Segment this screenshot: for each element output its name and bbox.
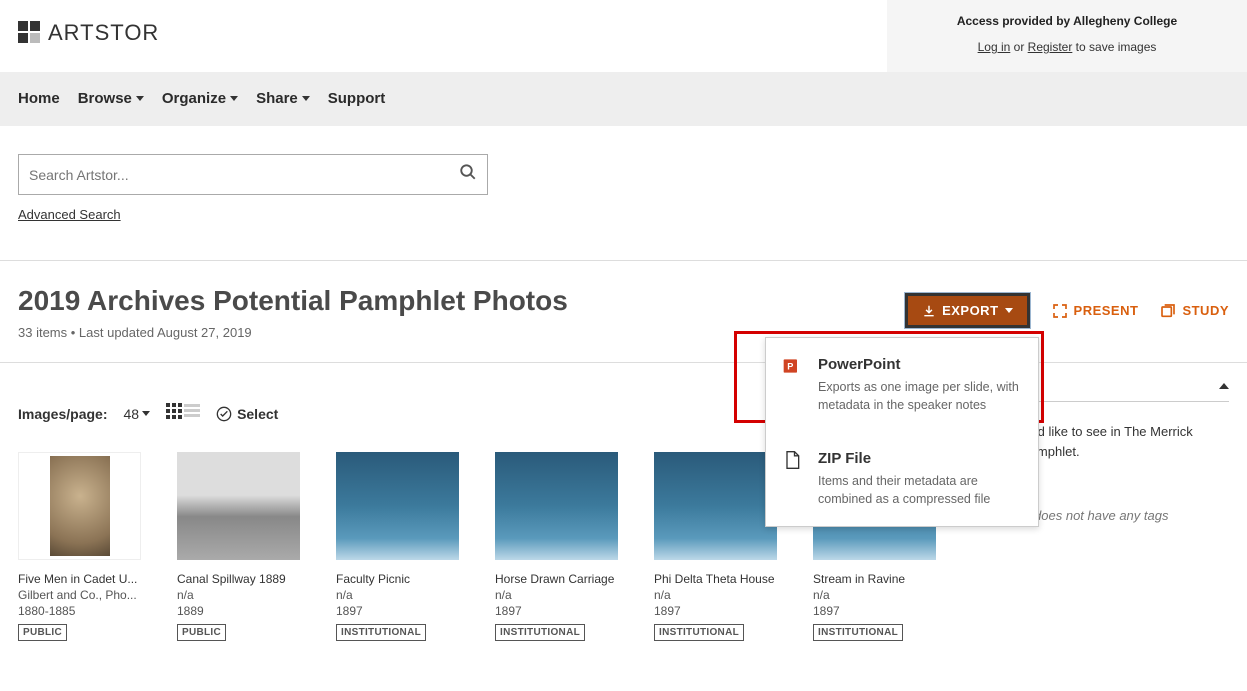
thumbnail-item[interactable]: Five Men in Cadet U... Gilbert and Co., … (18, 452, 141, 641)
thumbnail-image (336, 452, 459, 560)
thumbnail-image (18, 452, 141, 560)
thumbnail-date: 1897 (336, 604, 459, 618)
access-provider: Access provided by Allegheny College (947, 14, 1187, 28)
thumbnail-title: Horse Drawn Carriage (495, 572, 618, 586)
logo-text: ARTSTOR (48, 20, 159, 46)
thumbnail-creator: Gilbert and Co., Pho... (18, 588, 141, 602)
access-badge: PUBLIC (177, 624, 226, 641)
thumbnail-date: 1889 (177, 604, 300, 618)
grid-view-icon[interactable] (166, 403, 182, 424)
access-badge: INSTITUTIONAL (654, 624, 744, 641)
check-circle-icon (216, 406, 232, 422)
thumbnail-creator: n/a (813, 588, 936, 602)
main-nav: Home Browse Organize Share Support (0, 72, 1247, 126)
access-badge: INSTITUTIONAL (813, 624, 903, 641)
thumbnail-creator: n/a (654, 588, 777, 602)
thumbnail-title: Canal Spillway 1889 (177, 572, 300, 586)
select-toggle[interactable]: Select (216, 406, 278, 422)
advanced-search-link[interactable]: Advanced Search (18, 207, 121, 222)
svg-text:P: P (787, 361, 793, 371)
access-badge: INSTITUTIONAL (336, 624, 426, 641)
nav-share[interactable]: Share (256, 72, 310, 125)
caret-down-icon (136, 96, 144, 101)
cards-icon (1160, 303, 1176, 319)
logo[interactable]: ARTSTOR (0, 0, 177, 46)
thumbnail-title: Five Men in Cadet U... (18, 572, 141, 586)
page-actions: EXPORT PRESENT STUDY P PowerPoint Export… (905, 293, 1229, 328)
caret-down-icon (230, 96, 238, 101)
export-button[interactable]: EXPORT (905, 293, 1029, 328)
thumbnail-item[interactable]: Canal Spillway 1889 n/a 1889 PUBLIC (177, 452, 300, 641)
access-badge: INSTITUTIONAL (495, 624, 585, 641)
caret-down-icon (302, 96, 310, 101)
thumbnail-item[interactable]: Faculty Picnic n/a 1897 INSTITUTIONAL (336, 452, 459, 641)
search-icon[interactable] (459, 163, 477, 186)
nav-support[interactable]: Support (328, 72, 386, 125)
thumbnail-creator: n/a (495, 588, 618, 602)
nav-browse[interactable]: Browse (78, 72, 144, 125)
study-button[interactable]: STUDY (1160, 303, 1229, 319)
thumbnail-creator: n/a (336, 588, 459, 602)
login-link[interactable]: Log in (978, 40, 1011, 54)
thumbnail-title: Faculty Picnic (336, 572, 459, 586)
export-dropdown: P PowerPoint Exports as one image per sl… (765, 337, 1039, 527)
present-button[interactable]: PRESENT (1052, 303, 1139, 319)
access-auth: Log in or Register to save images (947, 40, 1187, 54)
thumbnail-title: Stream in Ravine (813, 572, 936, 586)
thumbnail-date: 1897 (654, 604, 777, 618)
export-option-powerpoint[interactable]: P PowerPoint Exports as one image per sl… (766, 338, 1038, 432)
powerpoint-icon: P (782, 356, 802, 376)
thumbnail-title: Phi Delta Theta House (654, 572, 777, 586)
page-title: 2019 Archives Potential Pamphlet Photos (18, 285, 568, 317)
thumbnail-date: 1880-1885 (18, 604, 141, 618)
thumbnail-date: 1897 (495, 604, 618, 618)
access-badge: PUBLIC (18, 624, 67, 641)
expand-icon (1052, 303, 1068, 319)
nav-home[interactable]: Home (18, 72, 60, 125)
thumbnail-image (177, 452, 300, 560)
caret-down-icon (1005, 308, 1013, 313)
nav-organize[interactable]: Organize (162, 72, 238, 125)
file-icon (782, 450, 802, 470)
thumbnail-image (654, 452, 777, 560)
images-per-page-value[interactable]: 48 (123, 406, 150, 422)
images-per-page-label: Images/page: (18, 406, 107, 422)
thumbnail-creator: n/a (177, 588, 300, 602)
logo-mark-icon (18, 21, 42, 45)
page-meta: 33 items • Last updated August 27, 2019 (18, 325, 568, 340)
access-info: Access provided by Allegheny College Log… (887, 0, 1247, 72)
thumbnail-item[interactable]: Horse Drawn Carriage n/a 1897 INSTITUTIO… (495, 452, 618, 641)
register-link[interactable]: Register (1028, 40, 1073, 54)
chevron-up-icon (1219, 383, 1229, 389)
export-option-zip[interactable]: ZIP File Items and their metadata are co… (766, 432, 1038, 526)
download-icon (922, 304, 936, 318)
search-box[interactable] (18, 154, 488, 195)
thumbnail-image (495, 452, 618, 560)
search-input[interactable] (29, 167, 459, 183)
thumbnail-date: 1897 (813, 604, 936, 618)
thumbnail-item[interactable]: Phi Delta Theta House n/a 1897 INSTITUTI… (654, 452, 777, 641)
caret-down-icon (142, 411, 150, 416)
list-view-icon[interactable] (184, 403, 200, 424)
